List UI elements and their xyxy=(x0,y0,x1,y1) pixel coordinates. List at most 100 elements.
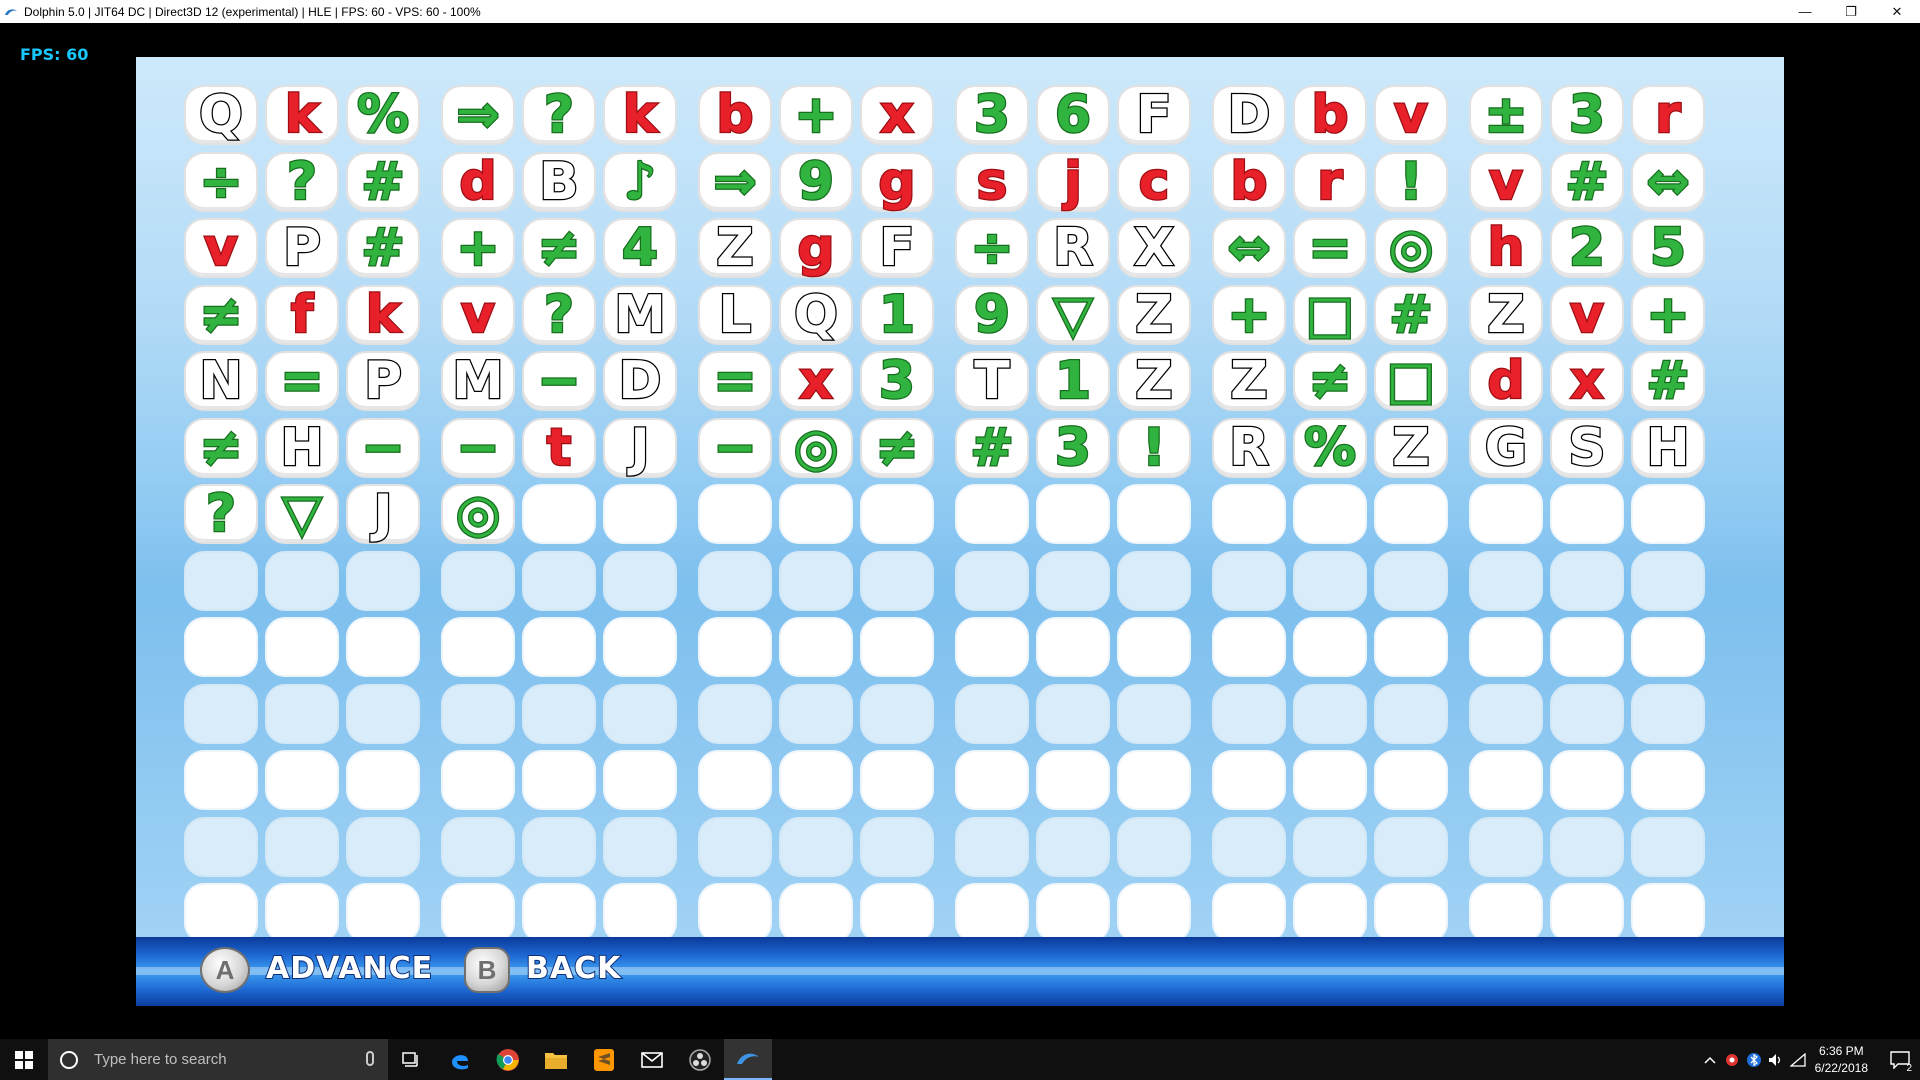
symbol-tile[interactable]: # xyxy=(346,218,420,278)
empty-tile[interactable] xyxy=(184,550,258,611)
empty-tile[interactable] xyxy=(698,883,772,943)
b-button-icon[interactable]: B xyxy=(464,947,510,993)
empty-tile[interactable] xyxy=(1117,683,1191,744)
empty-tile[interactable] xyxy=(698,683,772,744)
symbol-tile[interactable]: H xyxy=(1631,417,1705,478)
symbol-tile[interactable]: b xyxy=(1293,85,1367,145)
symbol-tile[interactable]: Q xyxy=(779,284,853,345)
empty-tile[interactable] xyxy=(1374,550,1448,611)
symbol-tile[interactable]: ◎ xyxy=(441,484,515,544)
empty-tile[interactable] xyxy=(1212,883,1286,943)
empty-tile[interactable] xyxy=(1293,816,1367,877)
symbol-tile[interactable]: d xyxy=(441,151,515,212)
symbol-tile[interactable]: g xyxy=(860,151,934,212)
empty-tile[interactable] xyxy=(184,816,258,877)
symbol-tile[interactable]: M xyxy=(441,351,515,411)
symbol-tile[interactable]: − xyxy=(441,417,515,478)
empty-tile[interactable] xyxy=(441,816,515,877)
empty-tile[interactable] xyxy=(522,550,596,611)
symbol-tile[interactable]: P xyxy=(265,218,339,278)
empty-tile[interactable] xyxy=(955,750,1029,810)
empty-tile[interactable] xyxy=(522,617,596,677)
file-explorer-button[interactable] xyxy=(532,1039,580,1080)
symbol-tile[interactable]: x xyxy=(860,85,934,145)
symbol-tile[interactable]: ⇔ xyxy=(1631,151,1705,212)
empty-tile[interactable] xyxy=(955,683,1029,744)
symbol-tile[interactable]: ≠ xyxy=(860,417,934,478)
symbol-tile[interactable]: − xyxy=(698,417,772,478)
symbol-tile[interactable]: k xyxy=(265,85,339,145)
empty-tile[interactable] xyxy=(346,816,420,877)
symbol-tile[interactable]: x xyxy=(779,351,853,411)
empty-tile[interactable] xyxy=(1293,617,1367,677)
empty-tile[interactable] xyxy=(1036,683,1110,744)
empty-tile[interactable] xyxy=(1117,617,1191,677)
empty-tile[interactable] xyxy=(1212,484,1286,544)
empty-tile[interactable] xyxy=(1550,750,1624,810)
empty-tile[interactable] xyxy=(1036,883,1110,943)
empty-tile[interactable] xyxy=(1293,683,1367,744)
symbol-tile[interactable]: S xyxy=(1550,417,1624,478)
empty-tile[interactable] xyxy=(1550,816,1624,877)
empty-tile[interactable] xyxy=(603,883,677,943)
symbol-tile[interactable]: # xyxy=(1374,284,1448,345)
empty-tile[interactable] xyxy=(1631,883,1705,943)
symbol-tile[interactable]: = xyxy=(265,351,339,411)
empty-tile[interactable] xyxy=(1374,883,1448,943)
symbol-tile[interactable]: x xyxy=(1550,351,1624,411)
empty-tile[interactable] xyxy=(1293,550,1367,611)
empty-tile[interactable] xyxy=(1469,683,1543,744)
minimize-button[interactable]: — xyxy=(1782,0,1828,23)
symbol-tile[interactable]: b xyxy=(1212,151,1286,212)
clock[interactable]: 6:36 PM 6/22/2018 xyxy=(1815,1043,1868,1077)
empty-tile[interactable] xyxy=(603,550,677,611)
symbol-tile[interactable]: − xyxy=(346,417,420,478)
symbol-tile[interactable]: ▽ xyxy=(265,484,339,544)
restore-button[interactable]: ❐ xyxy=(1828,0,1874,23)
symbol-tile[interactable]: 3 xyxy=(1036,417,1110,478)
task-view-button[interactable] xyxy=(388,1039,436,1080)
empty-tile[interactable] xyxy=(779,550,853,611)
symbol-tile[interactable]: T xyxy=(955,351,1029,411)
symbol-tile[interactable]: ⇔ xyxy=(1212,218,1286,278)
empty-tile[interactable] xyxy=(1212,617,1286,677)
back-label[interactable]: BACK xyxy=(525,950,621,987)
symbol-tile[interactable]: + xyxy=(1212,284,1286,345)
symbol-tile[interactable]: F xyxy=(860,218,934,278)
obs-button[interactable] xyxy=(676,1039,724,1080)
empty-tile[interactable] xyxy=(698,816,772,877)
empty-tile[interactable] xyxy=(1374,750,1448,810)
empty-tile[interactable] xyxy=(779,683,853,744)
symbol-tile[interactable]: Z xyxy=(1469,284,1543,345)
empty-tile[interactable] xyxy=(522,816,596,877)
symbol-tile[interactable]: ⇒ xyxy=(441,85,515,145)
wifi-icon[interactable] xyxy=(1787,1039,1809,1080)
empty-tile[interactable] xyxy=(860,683,934,744)
symbol-tile[interactable]: ? xyxy=(265,151,339,212)
symbol-tile[interactable]: t xyxy=(522,417,596,478)
empty-tile[interactable] xyxy=(1036,550,1110,611)
symbol-tile[interactable]: v xyxy=(1550,284,1624,345)
empty-tile[interactable] xyxy=(779,750,853,810)
empty-tile[interactable] xyxy=(955,816,1029,877)
microphone-icon[interactable] xyxy=(366,1051,374,1066)
symbol-tile[interactable]: + xyxy=(441,218,515,278)
empty-tile[interactable] xyxy=(779,617,853,677)
symbol-tile[interactable]: r xyxy=(1293,151,1367,212)
empty-tile[interactable] xyxy=(1374,484,1448,544)
empty-tile[interactable] xyxy=(955,484,1029,544)
symbol-tile[interactable]: 5 xyxy=(1631,218,1705,278)
symbol-tile[interactable]: # xyxy=(1631,351,1705,411)
empty-tile[interactable] xyxy=(346,683,420,744)
empty-tile[interactable] xyxy=(1469,484,1543,544)
symbol-tile[interactable]: R xyxy=(1212,417,1286,478)
symbol-tile[interactable]: N xyxy=(184,351,258,411)
empty-tile[interactable] xyxy=(441,683,515,744)
empty-tile[interactable] xyxy=(1550,683,1624,744)
symbol-tile[interactable]: J xyxy=(603,417,677,478)
symbol-tile[interactable]: ÷ xyxy=(955,218,1029,278)
symbol-tile[interactable]: G xyxy=(1469,417,1543,478)
empty-tile[interactable] xyxy=(1469,550,1543,611)
game-screen[interactable]: Qk% ⇒? k b + x 3 6 F Db v ±3 r ÷? # d B ♪ ⇒ 9 g s j c b r! v # ⇔ v P # +… xyxy=(136,57,1784,1006)
empty-tile[interactable] xyxy=(1036,750,1110,810)
